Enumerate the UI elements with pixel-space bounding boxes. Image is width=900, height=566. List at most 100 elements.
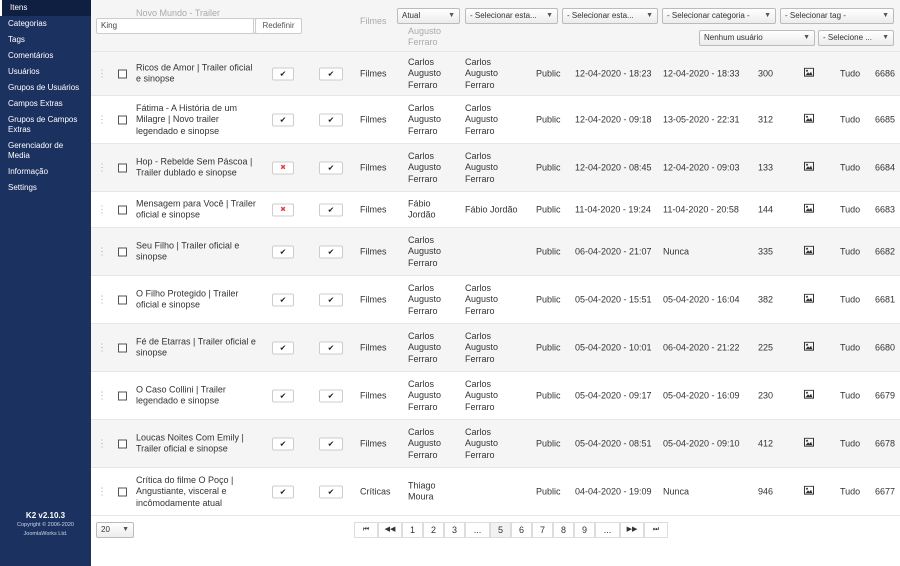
item-category[interactable]: Filmes [360,68,387,80]
drag-handle-icon[interactable]: ⋮ [97,438,107,450]
first-page-icon[interactable]: ⏮ [354,522,378,538]
item-author[interactable]: Carlos Augusto Ferraro [408,150,458,185]
drag-handle-icon[interactable]: ⋮ [97,294,107,306]
item-title-link[interactable]: Loucas Noites Com Emily | Trailer oficia… [136,432,258,455]
published-check-icon[interactable]: ✔ [319,485,343,498]
sidebar-item-grupos-de-usuarios[interactable]: Grupos de Usuários [0,80,91,96]
pagination-page-5[interactable]: 5 [490,522,511,538]
featured-check-icon[interactable]: ✔ [272,485,294,498]
prev-page-icon[interactable]: ◀◀ [378,522,402,538]
row-checkbox[interactable] [118,391,127,400]
pagination-page-8[interactable]: 8 [553,522,574,538]
tag-select[interactable]: - Selecionar tag - ▼ [780,8,894,24]
sidebar-item-gerenciador-de-media[interactable]: Gerenciador de Media [0,138,91,164]
pagination-page-9[interactable]: 9 [574,522,595,538]
item-category[interactable]: Críticas [360,486,391,498]
drag-handle-icon[interactable]: ⋮ [97,68,107,80]
item-category[interactable]: Filmes [360,204,387,216]
published-check-icon[interactable]: ✔ [319,245,343,258]
featured-off-icon[interactable]: ✖ [272,203,294,216]
item-author[interactable]: Carlos Augusto Ferraro [408,56,458,91]
drag-handle-icon[interactable]: ⋮ [97,342,107,354]
item-category[interactable]: Filmes [360,246,387,258]
row-checkbox[interactable] [118,69,127,78]
published-check-icon[interactable]: ✔ [319,67,343,80]
drag-handle-icon[interactable]: ⋮ [97,204,107,216]
last-page-icon[interactable]: ⏭ [644,522,668,538]
item-category[interactable]: Filmes [360,114,387,126]
image-icon[interactable] [804,203,814,216]
featured-check-icon[interactable]: ✔ [272,341,294,354]
sidebar-item-categorias[interactable]: Categorias [0,16,91,32]
item-author[interactable]: Carlos Augusto Ferraro [408,330,458,365]
item-category[interactable]: Filmes [360,162,387,174]
item-category[interactable]: Filmes [360,294,387,306]
row-checkbox[interactable] [118,343,127,352]
item-category[interactable]: Filmes [360,438,387,450]
sidebar-item-tags[interactable]: Tags [0,32,91,48]
item-author[interactable]: Carlos Augusto Ferraro [408,234,458,269]
sidebar-item-usuarios[interactable]: Usuários [0,64,91,80]
drag-handle-icon[interactable]: ⋮ [97,246,107,258]
reset-button[interactable]: Redefinir [255,18,302,34]
row-checkbox[interactable] [118,205,127,214]
item-title-link[interactable]: O Caso Collini | Trailer legendado e sin… [136,384,258,407]
state-current-select[interactable]: Atual ▼ [397,8,460,24]
image-icon[interactable] [804,485,814,498]
drag-handle-icon[interactable]: ⋮ [97,162,107,174]
item-title-link[interactable]: Crítica do filme O Poço | Angustiante, v… [136,474,258,509]
sidebar-item-comentarios[interactable]: Comentários [0,48,91,64]
featured-check-icon[interactable]: ✔ [272,293,294,306]
published-check-icon[interactable]: ✔ [319,161,343,174]
featured-off-icon[interactable]: ✖ [272,161,294,174]
category-select[interactable]: - Selecionar categoria - ▼ [662,8,776,24]
image-icon[interactable] [804,67,814,80]
image-icon[interactable] [804,293,814,306]
image-icon[interactable] [804,113,814,126]
per-page-select[interactable]: 20 ▼ [96,522,134,538]
sidebar-item-settings[interactable]: Settings [0,180,91,196]
item-author[interactable]: Carlos Augusto Ferraro [408,426,458,461]
row-checkbox[interactable] [118,115,127,124]
item-title-link[interactable]: Ricos de Amor | Trailer oficial e sinops… [136,62,258,85]
pagination-page-7[interactable]: 7 [532,522,553,538]
item-author[interactable]: Carlos Augusto Ferraro [408,282,458,317]
published-check-icon[interactable]: ✔ [319,341,343,354]
featured-check-icon[interactable]: ✔ [272,245,294,258]
item-author[interactable]: Carlos Augusto Ferraro [408,102,458,137]
row-checkbox[interactable] [118,163,127,172]
sidebar-item-informacao[interactable]: Informação [0,164,91,180]
image-icon[interactable] [804,245,814,258]
image-icon[interactable] [804,341,814,354]
item-title-link[interactable]: O Filho Protegido | Trailer oficial e si… [136,288,258,311]
featured-check-icon[interactable]: ✔ [272,67,294,80]
drag-handle-icon[interactable]: ⋮ [97,486,107,498]
row-checkbox[interactable] [118,295,127,304]
item-category[interactable]: Filmes [360,342,387,354]
next-page-icon[interactable]: ▶▶ [620,522,644,538]
published-check-icon[interactable]: ✔ [319,389,343,402]
row-checkbox[interactable] [118,439,127,448]
item-title-link[interactable]: Seu Filho | Trailer oficial e sinopse [136,240,258,263]
sidebar-item-itens[interactable]: Itens [0,0,91,16]
pagination-page-2[interactable]: 2 [423,522,444,538]
item-author[interactable]: Fábio Jordão [408,198,458,221]
pagination-page-3[interactable]: 3 [444,522,465,538]
featured-check-icon[interactable]: ✔ [272,389,294,402]
item-title-link[interactable]: Hop - Rebelde Sem Páscoa | Trailer dubla… [136,156,258,179]
state-select-2[interactable]: - Selecionar esta... ▼ [562,8,658,24]
image-icon[interactable] [804,437,814,450]
row-checkbox[interactable] [118,247,127,256]
item-title-link[interactable]: Fé de Etarras | Trailer oficial e sinops… [136,336,258,359]
published-check-icon[interactable]: ✔ [319,437,343,450]
sidebar-item-campos-extras[interactable]: Campos Extras [0,96,91,112]
item-category[interactable]: Filmes [360,390,387,402]
state-select-1[interactable]: - Selecionar esta... ▼ [465,8,558,24]
published-check-icon[interactable]: ✔ [319,293,343,306]
drag-handle-icon[interactable]: ⋮ [97,390,107,402]
item-title-link[interactable]: Mensagem para Você | Trailer oficial e s… [136,198,258,221]
row-checkbox[interactable] [118,487,127,496]
item-title-link[interactable]: Fátima - A História de um Milagre | Novo… [136,102,258,137]
image-icon[interactable] [804,161,814,174]
user-select[interactable]: Nenhum usuário ▼ [699,30,815,46]
